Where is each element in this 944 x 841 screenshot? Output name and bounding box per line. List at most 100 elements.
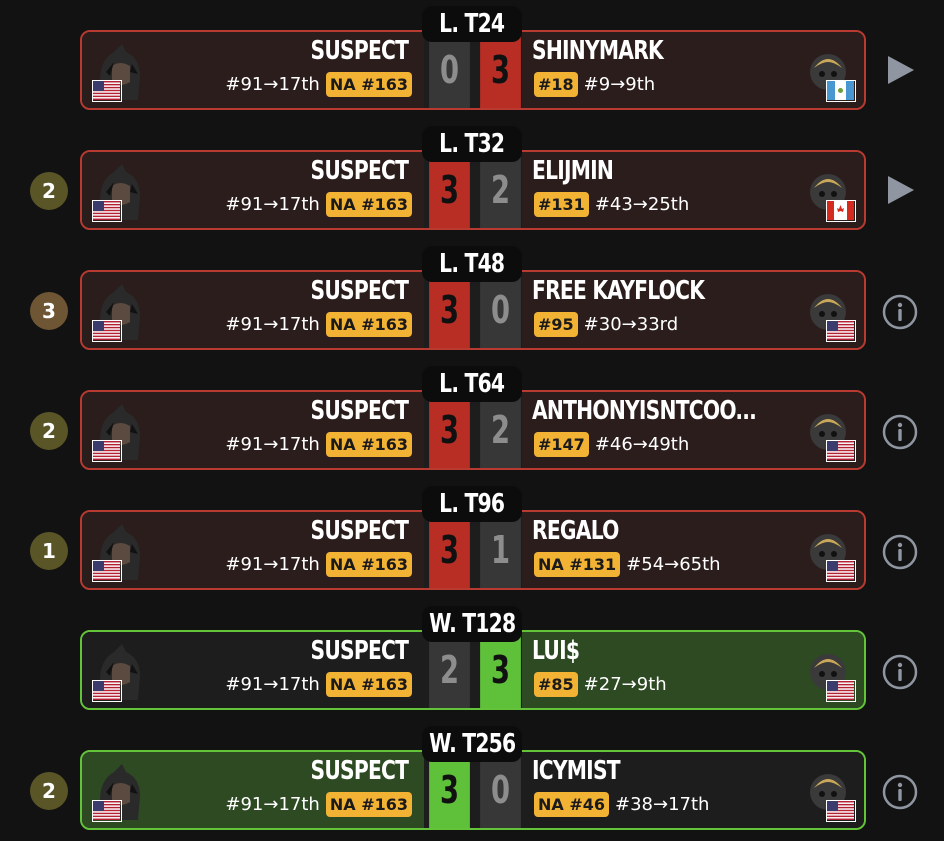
match-row: SUSPECT #91→17th NA #163 2 3 LUI$ #85 #2… <box>0 600 944 720</box>
seed-progress: #9→9th <box>583 74 656 95</box>
player-meta: #91→17th NA #163 <box>225 312 412 337</box>
seed-progress: #91→17th <box>225 74 320 95</box>
player-right-panel: LUI$ #85 #27→9th <box>522 632 864 708</box>
opponent-meta: #131 #43→25th <box>534 192 689 217</box>
info-icon[interactable] <box>882 774 918 810</box>
player-avatar <box>92 522 148 582</box>
match-card[interactable]: SUSPECT #91→17th NA #163 0 3 SHINYMARK #… <box>80 30 866 110</box>
play-icon[interactable] <box>882 172 918 208</box>
country-flag-icon <box>92 800 122 822</box>
player-avatar <box>92 642 148 702</box>
country-flag-icon <box>826 680 856 702</box>
score-right: 3 <box>480 32 521 108</box>
rank-badge: #85 <box>534 672 578 697</box>
player-name[interactable]: SUSPECT <box>310 516 408 546</box>
country-flag-icon <box>826 800 856 822</box>
player-name[interactable]: SUSPECT <box>310 276 408 306</box>
score-left: 3 <box>429 752 470 828</box>
score-right: 0 <box>480 752 521 828</box>
player-meta: #91→17th NA #163 <box>225 672 412 697</box>
match-row: 2 SUSPECT #91→17th NA #163 3 2 <box>0 360 944 480</box>
opponent-name[interactable]: ELIJMIN <box>532 156 614 186</box>
rank-badge: #147 <box>534 432 589 457</box>
country-flag-icon <box>92 320 122 342</box>
seed-progress: #91→17th <box>225 794 320 815</box>
opponent-avatar <box>800 42 856 102</box>
player-right-panel: ANTHONYISNTCOO... #147 #46→49th <box>522 392 864 468</box>
seed-progress: #91→17th <box>225 434 320 455</box>
score-right: 2 <box>480 392 521 468</box>
player-name[interactable]: SUSPECT <box>310 36 408 66</box>
set-count-badge: 2 <box>30 412 68 450</box>
rank-badge: #95 <box>534 312 578 337</box>
score-right: 0 <box>480 272 521 348</box>
rank-badge: #18 <box>534 72 578 97</box>
opponent-meta: #85 #27→9th <box>534 672 667 697</box>
country-flag-icon <box>826 200 856 222</box>
match-card[interactable]: SUSPECT #91→17th NA #163 3 0 ICYMIST NA … <box>80 750 866 830</box>
info-icon[interactable] <box>882 534 918 570</box>
player-name[interactable]: SUSPECT <box>310 396 408 426</box>
score-left: 3 <box>429 152 470 228</box>
match-row: 3 SUSPECT #91→17th NA #163 3 0 FREE KAYF… <box>0 240 944 360</box>
match-row: 2 SUSPECT #91→17th NA #163 3 2 <box>0 120 944 240</box>
seed-progress: #91→17th <box>225 194 320 215</box>
player-left-panel: SUSPECT #91→17th NA #163 <box>82 632 424 708</box>
player-name[interactable]: SUSPECT <box>310 156 408 186</box>
opponent-avatar <box>800 522 856 582</box>
score-left: 0 <box>429 32 470 108</box>
rank-badge: NA #163 <box>325 192 412 217</box>
set-count-badge: 2 <box>30 772 68 810</box>
rank-badge: NA #163 <box>325 432 412 457</box>
opponent-meta: #147 #46→49th <box>534 432 689 457</box>
seed-progress: #54→65th <box>626 554 721 575</box>
country-flag-icon <box>92 200 122 222</box>
player-meta: #91→17th NA #163 <box>225 72 412 97</box>
match-card[interactable]: SUSPECT #91→17th NA #163 2 3 LUI$ #85 #2… <box>80 630 866 710</box>
player-meta: #91→17th NA #163 <box>225 552 412 577</box>
opponent-name[interactable]: SHINYMARK <box>532 36 664 66</box>
set-count-badge: 2 <box>30 172 68 210</box>
opponent-name[interactable]: ANTHONYISNTCOO... <box>532 396 757 426</box>
opponent-name[interactable]: FREE KAYFLOCK <box>532 276 705 306</box>
opponent-name[interactable]: REGALO <box>532 516 619 546</box>
player-meta: #91→17th NA #163 <box>225 432 412 457</box>
player-meta: #91→17th NA #163 <box>225 792 412 817</box>
round-label: L. T64 <box>422 366 522 402</box>
opponent-name[interactable]: LUI$ <box>532 636 580 666</box>
score-right: 3 <box>480 632 521 708</box>
match-card[interactable]: SUSPECT #91→17th NA #163 3 0 FREE KAYFLO… <box>80 270 866 350</box>
match-card[interactable]: SUSPECT #91→17th NA #163 3 2 ELIJMIN #13… <box>80 150 866 230</box>
country-flag-icon <box>92 440 122 462</box>
seed-progress: #27→9th <box>583 674 667 695</box>
round-label: L. T96 <box>422 486 522 522</box>
player-name[interactable]: SUSPECT <box>310 636 408 666</box>
rank-badge: NA #131 <box>534 552 621 577</box>
country-flag-icon <box>826 80 856 102</box>
player-avatar <box>92 162 148 222</box>
match-card[interactable]: SUSPECT #91→17th NA #163 3 2 ANTHONYISNT… <box>80 390 866 470</box>
round-label: L. T48 <box>422 246 522 282</box>
player-left-panel: SUSPECT #91→17th NA #163 <box>82 392 424 468</box>
player-name[interactable]: SUSPECT <box>310 756 408 786</box>
match-row: 2 SUSPECT #91→17th NA #163 3 0 ICYMIST N… <box>0 720 944 840</box>
info-icon[interactable] <box>882 294 918 330</box>
set-count-badge: 3 <box>30 292 68 330</box>
seed-progress: #91→17th <box>225 314 320 335</box>
player-right-panel: REGALO NA #131 #54→65th <box>522 512 864 588</box>
score-left: 3 <box>429 512 470 588</box>
match-card[interactable]: SUSPECT #91→17th NA #163 3 1 REGALO NA #… <box>80 510 866 590</box>
seed-progress: #43→25th <box>594 194 690 215</box>
rank-badge: NA #163 <box>325 72 412 97</box>
seed-progress: #91→17th <box>225 554 320 575</box>
info-icon[interactable] <box>882 414 918 450</box>
info-icon[interactable] <box>882 654 918 690</box>
player-right-panel: ICYMIST NA #46 #38→17th <box>522 752 864 828</box>
play-icon[interactable] <box>882 52 918 88</box>
opponent-avatar <box>800 762 856 822</box>
rank-badge: NA #46 <box>534 792 610 817</box>
opponent-name[interactable]: ICYMIST <box>532 756 621 786</box>
opponent-meta: NA #46 #38→17th <box>534 792 709 817</box>
player-left-panel: SUSPECT #91→17th NA #163 <box>82 32 424 108</box>
country-flag-icon <box>826 320 856 342</box>
